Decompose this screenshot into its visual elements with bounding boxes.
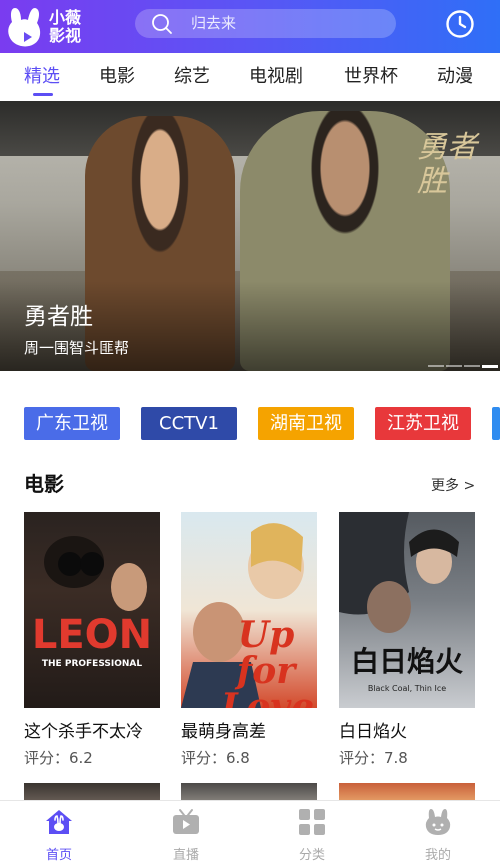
- live-tv-icon: [173, 809, 199, 834]
- poster-subtitle: THE PROFESSIONAL: [41, 659, 143, 669]
- home-icon: [46, 810, 72, 834]
- tab-variety[interactable]: 综艺: [174, 66, 210, 88]
- channel-cctv1[interactable]: CCTV1: [141, 407, 237, 440]
- app-header: 小薇 影视 归去来: [0, 0, 500, 53]
- more-movies-link[interactable]: 更多 >: [431, 478, 475, 495]
- category-grid-icon: [299, 809, 325, 835]
- movie-poster-black-coal[interactable]: 白日焰火 Black Coal, Thin Ice: [339, 512, 475, 708]
- banner-title: 勇者胜: [24, 304, 93, 330]
- nav-profile-label: 我的: [424, 848, 451, 863]
- channel-guangdong[interactable]: 广东卫视: [24, 407, 120, 440]
- movie-title[interactable]: 白日焰火: [339, 722, 407, 743]
- profile-rabbit-icon: [425, 809, 451, 835]
- tab-movies[interactable]: 电影: [99, 66, 135, 88]
- clock-icon[interactable]: [445, 9, 475, 39]
- active-tab-indicator: [33, 93, 53, 96]
- banner-movie-logo: 勇者胜: [417, 130, 477, 199]
- poster-title: 白日焰火: [350, 645, 463, 678]
- movie-score: 评分：6.2: [24, 749, 93, 767]
- app-name: 小薇 影视: [49, 9, 81, 45]
- poster-title: LEON: [31, 612, 153, 658]
- poster-art: [339, 512, 459, 633]
- tab-featured[interactable]: 精选: [24, 66, 60, 88]
- nav-category[interactable]: 分类: [272, 801, 352, 865]
- poster-art: [44, 536, 147, 611]
- poster-title: Up for Love: [221, 614, 315, 708]
- movie-title[interactable]: 最萌身高差: [181, 722, 266, 743]
- section-title-movies: 电影: [24, 472, 64, 496]
- carousel-indicator: [428, 365, 500, 368]
- featured-banner[interactable]: 勇者胜 勇者胜 周一围智斗匪帮: [0, 101, 500, 371]
- movie-score: 评分：7.8: [339, 749, 408, 767]
- channel-hunan[interactable]: 湖南卫视: [258, 407, 354, 440]
- nav-category-label: 分类: [298, 848, 325, 863]
- banner-subtitle: 周一围智斗匪帮: [24, 339, 130, 357]
- tab-world-cup[interactable]: 世界杯: [344, 66, 398, 88]
- app-logo-icon[interactable]: [6, 6, 44, 50]
- nav-home[interactable]: 首页: [19, 801, 99, 865]
- carousel-dot: [428, 365, 444, 367]
- bottom-navigation: 首页 直播 分类 我的: [0, 800, 500, 865]
- tab-tv-series[interactable]: 电视剧: [249, 66, 303, 88]
- movie-score: 评分：6.8: [181, 749, 250, 767]
- carousel-dot: [464, 365, 480, 367]
- movie-title[interactable]: 这个杀手不太冷: [24, 722, 143, 743]
- nav-live[interactable]: 直播: [146, 801, 226, 865]
- poster-subtitle: Black Coal, Thin Ice: [367, 684, 447, 693]
- search-input[interactable]: 归去来: [191, 14, 236, 33]
- search-bar[interactable]: 归去来: [135, 9, 396, 38]
- category-tabs: 精选 电影 综艺 电视剧 世界杯 动漫: [0, 53, 500, 101]
- search-icon: [152, 14, 172, 34]
- movie-poster-leon[interactable]: LEON THE PROFESSIONAL: [24, 512, 160, 708]
- channel-jiangsu[interactable]: 江苏卫视: [375, 407, 471, 440]
- movie-poster-up-for-love[interactable]: Up for Love: [181, 512, 317, 708]
- app-name-line2: 影视: [49, 26, 82, 45]
- carousel-dot-active: [482, 365, 498, 368]
- tab-anime[interactable]: 动漫: [437, 66, 473, 88]
- carousel-dot: [446, 365, 462, 367]
- nav-home-label: 首页: [45, 848, 72, 863]
- app-name-line1: 小薇: [49, 8, 82, 27]
- nav-profile[interactable]: 我的: [398, 801, 478, 865]
- nav-live-label: 直播: [172, 848, 199, 863]
- channel-next[interactable]: [492, 407, 500, 440]
